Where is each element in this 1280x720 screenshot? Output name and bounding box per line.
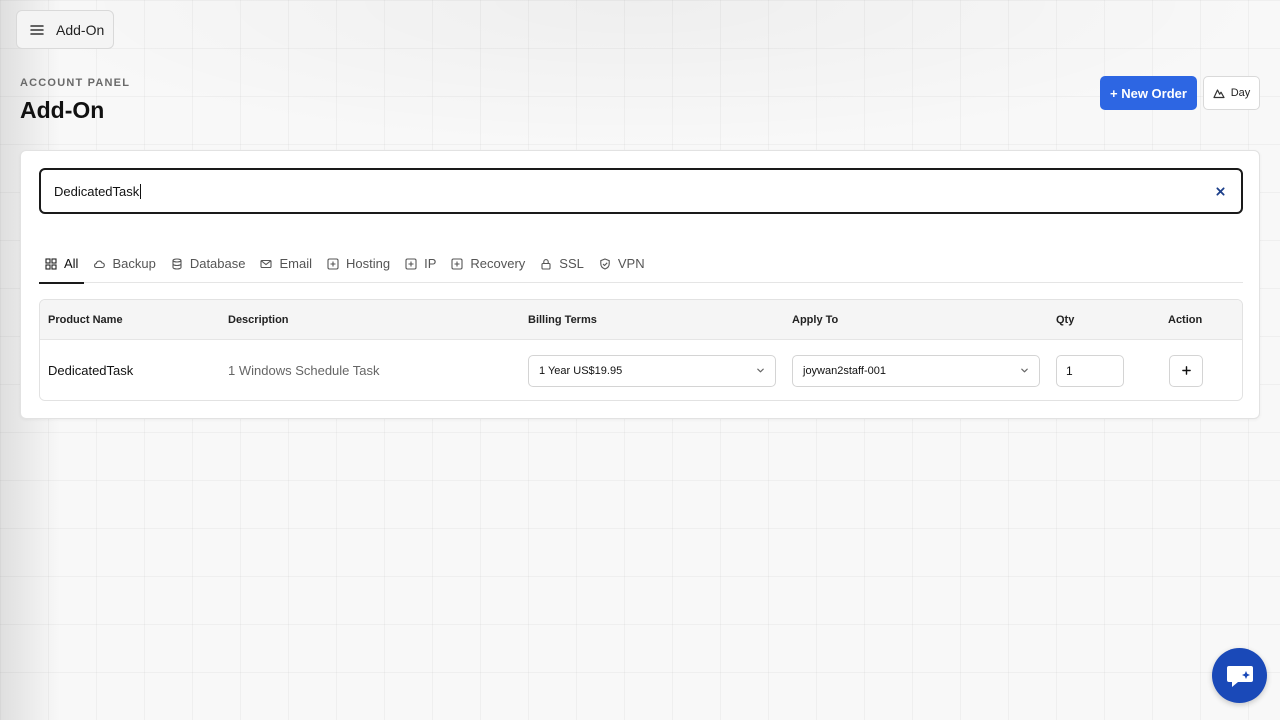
tab-label: VPN xyxy=(617,256,645,271)
product-description: 1 Windows Schedule Task xyxy=(228,363,380,378)
search-input[interactable]: DedicatedTask xyxy=(54,183,1212,199)
product-name: DedicatedTask xyxy=(48,363,134,378)
tab-label: Email xyxy=(279,256,312,271)
tab-all[interactable]: All xyxy=(39,249,85,284)
grid-icon xyxy=(45,258,57,270)
column-header-description: Description xyxy=(228,314,289,326)
mountain-icon xyxy=(1213,89,1225,99)
plus-square-icon xyxy=(451,258,463,270)
billing-term-value: 1 Year US$19.95 xyxy=(539,364,623,377)
tab-label: Backup xyxy=(112,256,156,271)
apply-to-value: joywan2staff-001 xyxy=(803,364,886,377)
tab-label: All xyxy=(64,256,79,271)
day-label: Day xyxy=(1230,87,1251,99)
page-title: Add-On xyxy=(20,97,105,123)
tab-hosting[interactable]: Hosting xyxy=(321,249,396,283)
hamburger-icon xyxy=(30,24,44,35)
close-icon xyxy=(1215,186,1225,196)
quantity-value: 1 xyxy=(1066,363,1073,378)
tab-label: SSL xyxy=(559,256,584,271)
database-icon xyxy=(172,258,182,270)
table-row: DedicatedTask 1 Windows Schedule Task 1 … xyxy=(40,340,1242,400)
tab-vpn[interactable]: VPN xyxy=(593,249,651,283)
addon-card: DedicatedTask All Backup Database Email … xyxy=(20,150,1260,419)
day-toggle-button[interactable]: Day xyxy=(1203,76,1260,110)
menu-button[interactable]: Add-On xyxy=(16,10,114,49)
tab-email[interactable]: Email xyxy=(254,249,318,283)
chevron-down-icon xyxy=(1021,368,1028,373)
shield-icon xyxy=(600,258,610,270)
billing-term-select[interactable]: 1 Year US$19.95 xyxy=(528,354,776,387)
quantity-input[interactable]: 1 xyxy=(1056,354,1124,387)
column-header-qty: Qty xyxy=(1056,314,1075,326)
addon-table: Product Name Description Billing Terms A… xyxy=(39,299,1243,401)
tab-label: Database xyxy=(189,256,246,271)
chat-sparkle-icon xyxy=(1226,665,1253,687)
text-caret xyxy=(140,183,142,199)
tab-ip[interactable]: IP xyxy=(399,249,442,283)
search-value: DedicatedTask xyxy=(54,183,140,199)
chat-support-button[interactable] xyxy=(1212,648,1267,703)
tab-ssl[interactable]: SSL xyxy=(534,249,590,283)
add-to-order-button[interactable] xyxy=(1169,354,1203,387)
new-order-button[interactable]: + New Order xyxy=(1100,76,1197,110)
lock-icon xyxy=(541,259,551,270)
clear-search-button[interactable] xyxy=(1212,183,1228,199)
column-header-apply-to: Apply To xyxy=(792,314,839,326)
plus-square-icon xyxy=(327,258,339,270)
column-header-action: Action xyxy=(1168,314,1203,326)
tab-database[interactable]: Database xyxy=(165,249,252,283)
tab-backup[interactable]: Backup xyxy=(87,249,161,283)
chevron-down-icon xyxy=(757,368,764,373)
cloud-icon xyxy=(94,260,106,269)
column-header-billing-terms: Billing Terms xyxy=(528,314,597,326)
search-field[interactable]: DedicatedTask xyxy=(39,168,1243,214)
tab-label: IP xyxy=(424,256,437,271)
top-glow xyxy=(0,0,1280,150)
apply-to-select[interactable]: joywan2staff-001 xyxy=(792,354,1040,387)
mail-icon xyxy=(260,259,273,269)
menu-button-label: Add-On xyxy=(56,21,105,38)
category-tabs: All Backup Database Email Hosting IP Rec… xyxy=(39,249,1243,284)
plus-icon xyxy=(1181,366,1191,375)
tab-recovery[interactable]: Recovery xyxy=(445,249,531,283)
page-eyebrow: ACCOUNT PANEL xyxy=(20,77,131,89)
tab-label: Hosting xyxy=(346,256,391,271)
tab-label: Recovery xyxy=(470,256,526,271)
plus-square-icon xyxy=(405,258,417,270)
column-header-product-name: Product Name xyxy=(48,314,123,326)
table-header: Product Name Description Billing Terms A… xyxy=(40,300,1242,340)
